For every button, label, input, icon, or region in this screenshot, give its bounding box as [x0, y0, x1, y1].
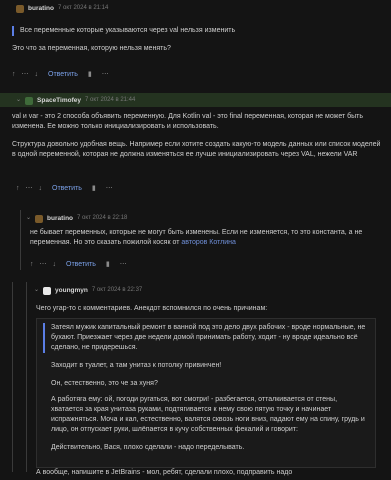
thread-line [26, 282, 27, 472]
comment-date[interactable]: 7 окт 2024 в 22:18 [77, 214, 127, 223]
arrow-up-icon[interactable]: ↑ [30, 260, 34, 270]
arrow-down-icon[interactable]: ↓ [53, 260, 57, 270]
bookmark-icon[interactable]: ▮ [92, 184, 96, 194]
bookmark-icon[interactable]: ▮ [106, 260, 110, 270]
bookmark-icon[interactable]: ▮ [88, 70, 92, 80]
arrow-down-icon[interactable]: ↓ [35, 70, 39, 80]
author-name[interactable]: buratino [28, 4, 54, 13]
comment-4-intro: Чего угар-то с комментариев. Анекдот всп… [36, 305, 268, 312]
thread-line [12, 282, 13, 472]
avatar[interactable] [43, 286, 52, 295]
quote-paragraph-1: Затеял мужик капитальный ремонт в ванной… [43, 323, 371, 354]
thread-line [20, 210, 21, 270]
avatar[interactable] [35, 214, 44, 223]
collapse-icon[interactable]: ⌄ [26, 214, 31, 223]
quote-paragraph-5: Действительно, Вася, плохо сделали - над… [51, 444, 245, 451]
vote-widget: ↑ ⋯ ↓ [30, 260, 56, 270]
comment-4-meta: ⌄ youngmyn 7 окт 2024 в 22:37 [34, 286, 142, 295]
comment-date[interactable]: 7 окт 2024 в 22:37 [92, 286, 142, 295]
author-name[interactable]: youngmyn [55, 286, 88, 295]
author-name[interactable]: SpaceTimofey [37, 96, 81, 105]
quote-paragraph-4: А работяга ему: ой, погоди ругаться, вот… [51, 396, 365, 434]
comment-1-body: Это что за переменная, которую нельзя ме… [12, 45, 171, 52]
comment-1-actions: ↑ ⋯ ↓ Ответить ▮ ⋯ [12, 70, 109, 80]
arrow-up-icon[interactable]: ↑ [12, 70, 16, 80]
reply-button[interactable]: Ответить [66, 260, 96, 270]
reply-button[interactable]: Ответить [52, 184, 82, 194]
quote-paragraph-2: Заходит в туалет, а там унитаз к потолку… [51, 362, 222, 369]
collapse-icon[interactable]: ⌄ [34, 286, 39, 295]
share-icon[interactable]: ⋯ [102, 70, 109, 80]
vote-widget: ↑ ⋯ ↓ [16, 184, 42, 194]
share-icon[interactable]: ⋯ [106, 184, 113, 194]
anecdote-quote-box: Затеял мужик капитальный ремонт в ванной… [36, 318, 376, 468]
comment-2-meta: ⌄ SpaceTimofey 7 окт 2024 в 21:44 [16, 96, 135, 105]
reply-button[interactable]: Ответить [48, 70, 78, 80]
more-icon[interactable]: ⋯ [40, 260, 47, 270]
comment-3-body: не бывает переменных, которые не могут б… [30, 228, 380, 248]
more-icon[interactable]: ⋯ [26, 184, 33, 194]
comment-1-meta: buratino 7 окт 2024 в 21:14 [16, 4, 108, 13]
comment-date[interactable]: 7 окт 2024 в 21:14 [58, 4, 108, 13]
quote-paragraph-3: Он, естественно, это че за хуня? [51, 380, 158, 387]
comment-4-outro: А вообще, напишите в JetBrains - мол, ре… [36, 469, 293, 476]
quote-block: Все переменные которые указываются через… [12, 26, 380, 37]
comment-2-paragraph-1: val и var - это 2 способа объявить перем… [12, 113, 364, 131]
comment-2-actions: ↑ ⋯ ↓ Ответить ▮ ⋯ [16, 184, 113, 194]
comment-2-paragraph-2: Структура довольно удобная вещь. Наприме… [12, 141, 381, 159]
comment-3-actions: ↑ ⋯ ↓ Ответить ▮ ⋯ [30, 260, 127, 270]
comment-3-meta: ⌄ buratino 7 окт 2024 в 22:18 [26, 214, 127, 223]
more-icon[interactable]: ⋯ [22, 70, 29, 80]
collapse-icon[interactable]: ⌄ [16, 96, 21, 105]
vote-widget: ↑ ⋯ ↓ [12, 70, 38, 80]
quote-text: Все переменные которые указываются через… [20, 27, 236, 34]
avatar[interactable] [25, 96, 34, 105]
share-icon[interactable]: ⋯ [120, 260, 127, 270]
arrow-down-icon[interactable]: ↓ [39, 184, 43, 194]
avatar[interactable] [16, 4, 24, 13]
comment-3-link[interactable]: авторов Котлина [181, 239, 236, 246]
author-name[interactable]: buratino [47, 214, 73, 223]
comment-date[interactable]: 7 окт 2024 в 21:44 [85, 96, 135, 105]
arrow-up-icon[interactable]: ↑ [16, 184, 20, 194]
